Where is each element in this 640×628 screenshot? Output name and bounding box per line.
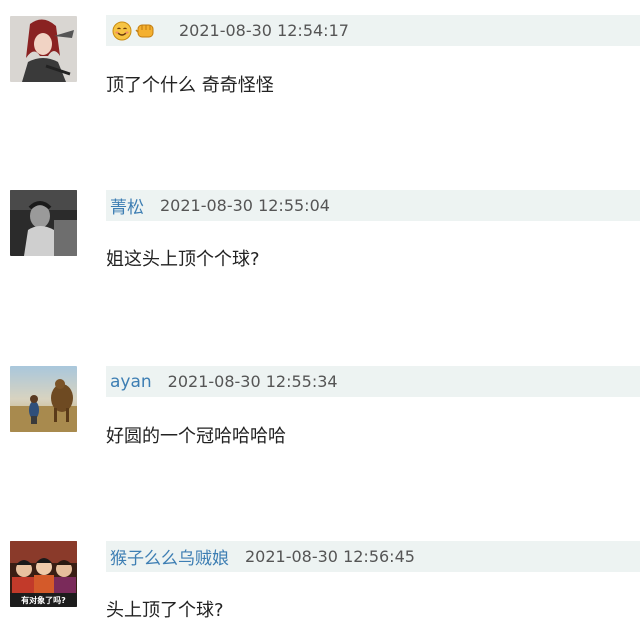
comment-username[interactable]	[112, 21, 157, 41]
comment-meta: ayan 2021-08-30 12:55:34	[106, 366, 640, 397]
avatar-caption: 有对象了吗?	[21, 595, 66, 605]
comment-meta: 2021-08-30 12:54:17	[106, 15, 640, 46]
comment-username[interactable]: 猴子么么乌贼娘	[110, 544, 229, 569]
comment-meta: 菁松 2021-08-30 12:55:04	[106, 190, 640, 221]
comment-meta: 猴子么么乌贼娘 2021-08-30 12:56:45	[106, 541, 640, 572]
avatar[interactable]	[10, 190, 77, 256]
comment-timestamp: 2021-08-30 12:55:34	[167, 372, 338, 391]
comment-username[interactable]: ayan	[110, 372, 152, 392]
comment-text: 姐这头上顶个个球?	[106, 249, 260, 270]
smile-emoji-icon	[112, 21, 132, 40]
comment-username[interactable]: 菁松	[110, 193, 144, 218]
comment-timestamp: 2021-08-30 12:56:45	[245, 547, 415, 566]
avatar[interactable]: 有对象了吗?	[10, 541, 77, 607]
comment-timestamp: 2021-08-30 12:55:04	[160, 196, 330, 215]
comment-text: 头上顶了个球?	[106, 600, 224, 621]
comment-text: 顶了个什么 奇奇怪怪	[106, 75, 274, 96]
avatar[interactable]	[10, 366, 77, 432]
avatar[interactable]	[10, 16, 77, 82]
comment-text: 好圆的一个冠哈哈哈哈	[106, 426, 286, 447]
comment-timestamp: 2021-08-30 12:54:17	[179, 21, 349, 40]
fist-emoji-icon	[135, 24, 154, 37]
